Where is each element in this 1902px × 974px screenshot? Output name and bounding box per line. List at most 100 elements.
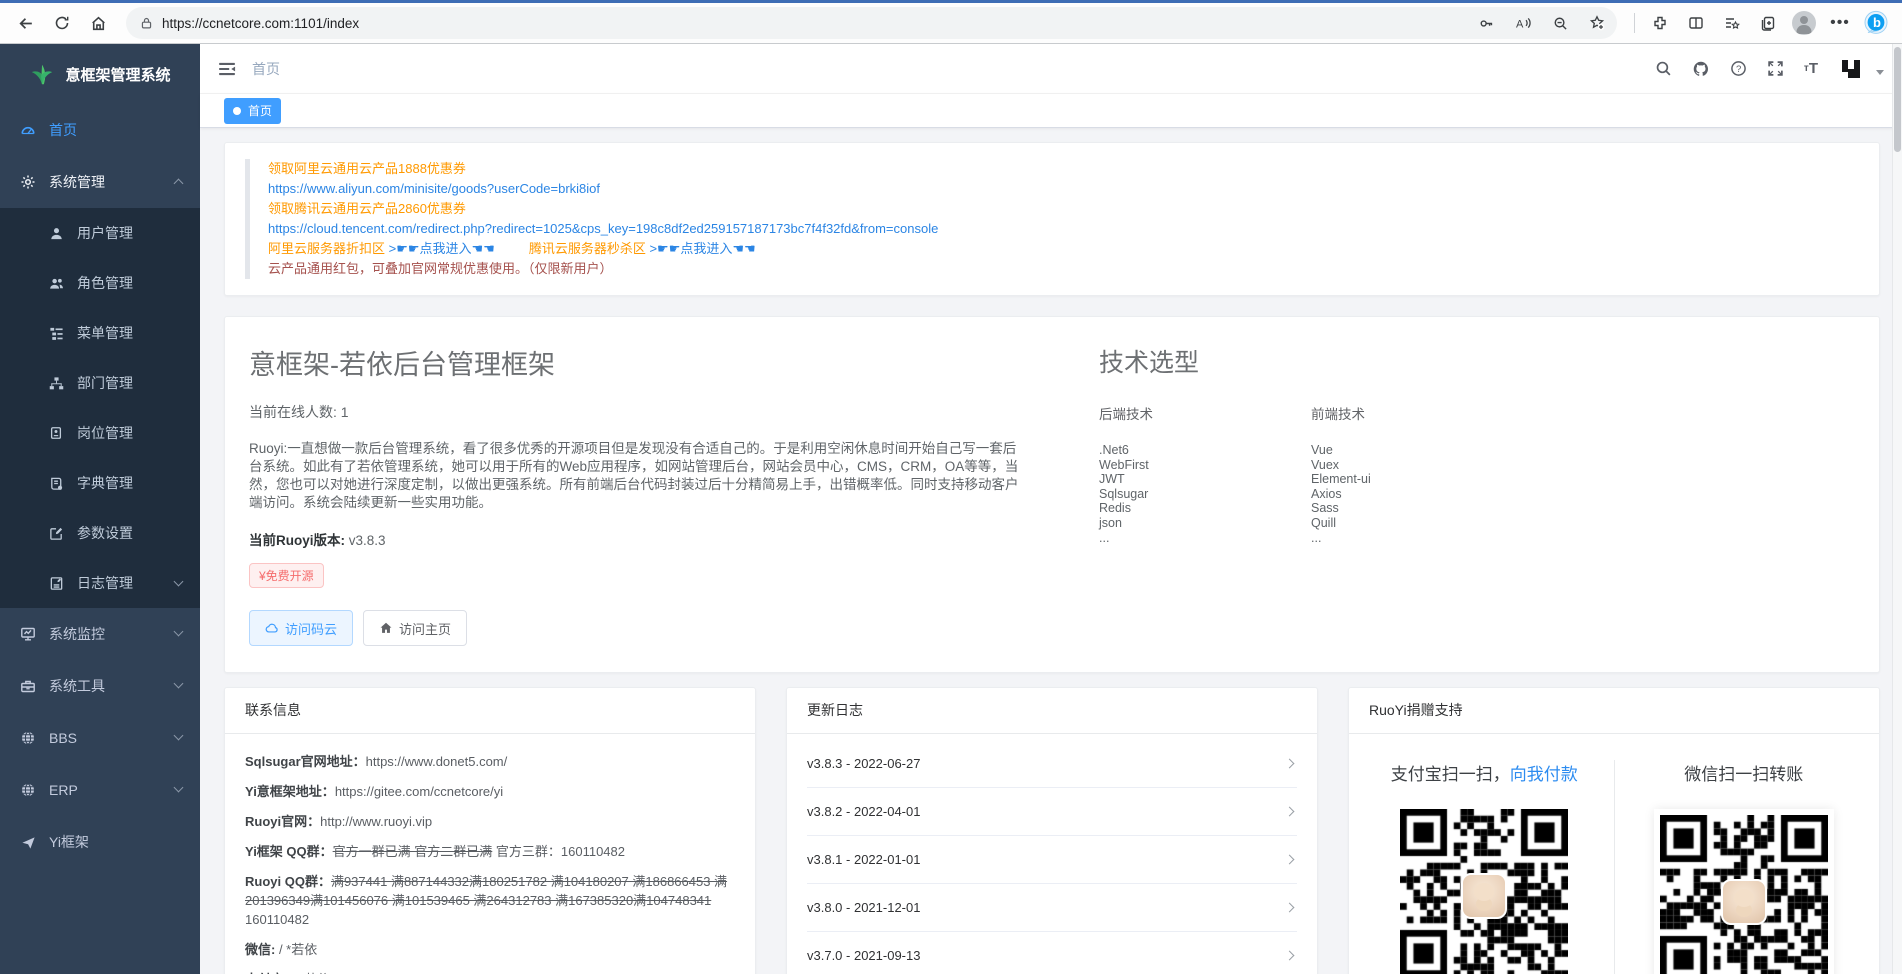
split-screen-button[interactable] bbox=[1680, 7, 1712, 39]
profile-button[interactable] bbox=[1788, 7, 1820, 39]
star-add-icon bbox=[1589, 15, 1605, 31]
collections-button[interactable] bbox=[1752, 7, 1784, 39]
scrollbar-thumb[interactable] bbox=[1894, 47, 1901, 152]
visit-homepage-button[interactable]: 访问主页 bbox=[363, 610, 467, 646]
notice-quote: 领取阿里云通用云产品1888优惠券 https://www.aliyun.com… bbox=[245, 159, 1859, 279]
tech-item: Vue bbox=[1311, 443, 1523, 458]
sidebar-item-user-management[interactable]: 用户管理 bbox=[0, 208, 200, 258]
app-logo[interactable]: 意框架管理系统 bbox=[0, 44, 200, 104]
intro-panel: 意框架-若依后台管理框架 当前在线人数: 1 Ruoyi:一直想做一款后台管理系… bbox=[224, 316, 1880, 673]
sidebar-item-system-management[interactable]: 系统管理 bbox=[0, 156, 200, 208]
question-circle-icon: ? bbox=[1730, 60, 1747, 77]
tag-label: 首页 bbox=[248, 102, 272, 119]
tencent-enter-link[interactable]: >☛☛点我进入☚☚ bbox=[649, 241, 755, 256]
settings-more-button[interactable]: ••• bbox=[1824, 7, 1856, 39]
contact-row: Ruoyi QQ群：满937441 满887144332满180251782 满… bbox=[245, 872, 735, 929]
contact-row: 支付宝: / *若依 bbox=[245, 970, 735, 974]
sidebar-item-label: BBS bbox=[49, 730, 77, 746]
pay-me-link[interactable]: 向我付款 bbox=[1510, 765, 1578, 784]
sidebar-item-bbs[interactable]: BBS bbox=[0, 712, 200, 764]
notice-link-tencent[interactable]: https://cloud.tencent.com/redirect.php?r… bbox=[268, 219, 1859, 239]
aliyun-enter-link[interactable]: >☛☛点我进入☚☚ bbox=[389, 241, 495, 256]
address-bar[interactable]: https://ccnetcore.com:1101/index A bbox=[126, 7, 1617, 39]
baby-photo bbox=[1461, 873, 1507, 919]
svg-text:?: ? bbox=[1736, 64, 1741, 75]
search-button[interactable] bbox=[1655, 60, 1672, 77]
sidebar-item-system-tools[interactable]: 系统工具 bbox=[0, 660, 200, 712]
page-title: 意框架-若依后台管理框架 bbox=[249, 343, 1019, 382]
sidebar-item-post-management[interactable]: 岗位管理 bbox=[0, 408, 200, 458]
sidebar-item-param-settings[interactable]: 参数设置 bbox=[0, 508, 200, 558]
backend-list: .Net6 WebFirst JWT Sqlsugar Redis json .… bbox=[1099, 443, 1311, 545]
read-aloud-button[interactable]: A bbox=[1509, 9, 1537, 37]
extensions-button[interactable] bbox=[1644, 7, 1676, 39]
changelog-item[interactable]: v3.8.0 - 2021-12-01 bbox=[807, 884, 1297, 932]
donate-card-title: RuoYi捐赠支持 bbox=[1349, 688, 1879, 734]
user-avatar[interactable] bbox=[1838, 56, 1864, 82]
sidebar-item-home[interactable]: 首页 bbox=[0, 104, 200, 156]
visit-gitee-button[interactable]: 访问码云 bbox=[249, 610, 353, 646]
version-value: v3.8.3 bbox=[345, 533, 386, 548]
sidebar-item-role-management[interactable]: 角色管理 bbox=[0, 258, 200, 308]
tech-item: ... bbox=[1099, 531, 1311, 546]
main-area: 首页 ? тT bbox=[200, 44, 1902, 974]
chevron-down-icon bbox=[174, 679, 184, 689]
contact-value: 官方三群：160110482 bbox=[492, 844, 625, 859]
changelog-card-body: v3.8.3 - 2022-06-27 v3.8.2 - 2022-04-01 … bbox=[787, 734, 1317, 974]
frontend-title: 前端技术 bbox=[1311, 403, 1523, 423]
sidebar-item-dict-management[interactable]: 字典管理 bbox=[0, 458, 200, 508]
sidebar-item-label: 系统监控 bbox=[49, 624, 105, 644]
changelog-item[interactable]: v3.8.3 - 2022-06-27 bbox=[807, 740, 1297, 788]
dropdown-caret-icon[interactable] bbox=[1876, 70, 1884, 75]
changelog-item[interactable]: v3.8.2 - 2022-04-01 bbox=[807, 788, 1297, 836]
zoom-out-button[interactable] bbox=[1546, 9, 1574, 37]
sidebar-item-yi-framework[interactable]: Yi框架 bbox=[0, 816, 200, 868]
contact-value: http://www.ruoyi.vip bbox=[320, 814, 432, 829]
fullscreen-button[interactable] bbox=[1767, 60, 1784, 77]
contact-row: Yi意框架地址：https://gitee.com/ccnetcore/yi bbox=[245, 782, 735, 801]
tag-home[interactable]: 首页 bbox=[224, 98, 281, 124]
chevron-right-icon bbox=[1285, 855, 1295, 865]
sidebar-item-log-management[interactable]: 日志管理 bbox=[0, 558, 200, 608]
favorites-button[interactable] bbox=[1716, 7, 1748, 39]
screen: https://ccnetcore.com:1101/index A bbox=[0, 0, 1902, 974]
notice-line-server-zones: 阿里云服务器折扣区 >☛☛点我进入☚☚腾讯云服务器秒杀区 >☛☛点我进入☚☚ bbox=[268, 239, 1859, 259]
add-favorite-button[interactable] bbox=[1583, 9, 1611, 37]
intro-left: 意框架-若依后台管理框架 当前在线人数: 1 Ruoyi:一直想做一款后台管理系… bbox=[249, 343, 1019, 646]
font-size-button[interactable]: тT bbox=[1804, 60, 1818, 77]
contact-value: https://gitee.com/ccnetcore/yi bbox=[335, 784, 503, 799]
tech-item: Quill bbox=[1311, 516, 1523, 531]
contact-label: Sqlsugar官网地址： bbox=[245, 754, 366, 769]
help-button[interactable]: ? bbox=[1730, 60, 1747, 77]
sidebar-item-label: 岗位管理 bbox=[77, 423, 133, 443]
navbar-actions: ? тT bbox=[1655, 56, 1884, 82]
breadcrumb[interactable]: 首页 bbox=[252, 59, 280, 79]
back-button[interactable] bbox=[10, 7, 42, 39]
chevron-down-icon bbox=[174, 783, 184, 793]
sidebar-item-erp[interactable]: ERP bbox=[0, 764, 200, 816]
svg-text:b: b bbox=[1873, 15, 1881, 30]
tech-columns: 后端技术 .Net6 WebFirst JWT Sqlsugar Redis j… bbox=[1099, 403, 1855, 545]
sidebar-item-menu-management[interactable]: 菜单管理 bbox=[0, 308, 200, 358]
notice-link-aliyun[interactable]: https://www.aliyun.com/minisite/goods?us… bbox=[268, 179, 1859, 199]
page-scrollbar[interactable] bbox=[1892, 44, 1902, 974]
github-icon bbox=[1692, 60, 1710, 78]
sidebar-item-dept-management[interactable]: 部门管理 bbox=[0, 358, 200, 408]
changelog-item[interactable]: v3.8.1 - 2022-01-01 bbox=[807, 836, 1297, 884]
sidebar-item-system-monitor[interactable]: 系统监控 bbox=[0, 608, 200, 660]
password-key-button[interactable] bbox=[1472, 9, 1500, 37]
github-button[interactable] bbox=[1692, 60, 1710, 78]
contact-card-body: Sqlsugar官网地址：https://www.donet5.com/ Yi意… bbox=[225, 734, 755, 974]
sidebar-collapse-button[interactable] bbox=[218, 60, 236, 78]
contact-card-title: 联系信息 bbox=[225, 688, 755, 734]
changelog-item[interactable]: v3.7.0 - 2021-09-13 bbox=[807, 932, 1297, 974]
tech-item: WebFirst bbox=[1099, 458, 1311, 473]
home-button[interactable] bbox=[82, 7, 114, 39]
back-arrow-icon bbox=[18, 15, 35, 32]
refresh-button[interactable] bbox=[46, 7, 78, 39]
sidebar-item-label: 系统管理 bbox=[49, 172, 105, 192]
changelog-card: 更新日志 v3.8.3 - 2022-06-27 v3.8.2 - 2022-0… bbox=[786, 687, 1318, 974]
cloud-icon bbox=[265, 621, 279, 635]
url-text[interactable]: https://ccnetcore.com:1101/index bbox=[162, 16, 1463, 31]
copilot-button[interactable]: b bbox=[1860, 7, 1892, 39]
